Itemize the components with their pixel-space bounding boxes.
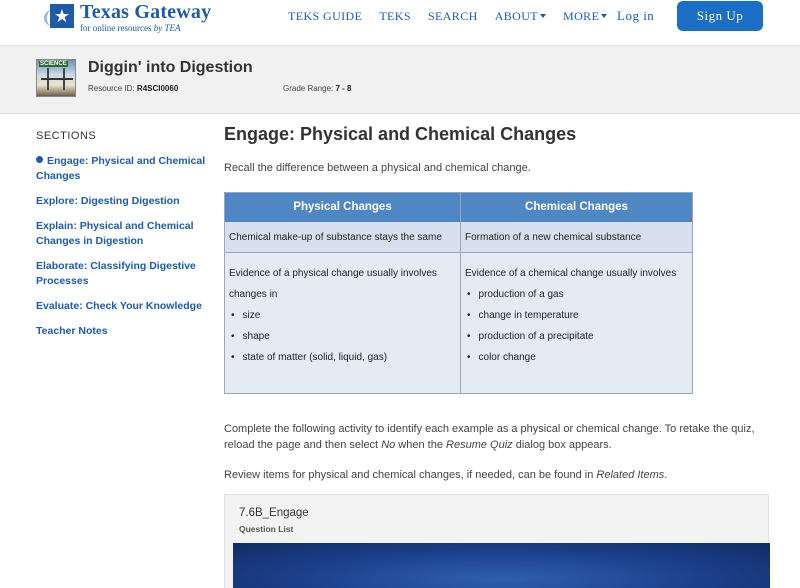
resource-id: Resource ID: R4SCI0060 [88,84,179,93]
top-navigation: ★ Texas Gateway for online resources by … [0,0,800,46]
resource-thumbnail: SCIENCE [36,59,76,97]
related-items-link[interactable]: Related Items [596,469,664,481]
list-item: production of a precipitate [465,326,688,347]
list-item: change in temperature [465,305,688,326]
review-note: Review items for physical and chemical c… [224,469,668,481]
table-header-chemical: Chemical Changes [461,193,692,222]
physical-evidence-list: size shape state of matter (solid, liqui… [229,305,456,368]
signup-button[interactable]: Sign Up [677,1,763,31]
quiz-embed: 7.6B_Engage Question List [224,494,770,588]
resource-header: SCIENCE Diggin' into Digestion Resource … [0,46,800,114]
sidebar-item-explain[interactable]: Explain: Physical and Chemical Changes i… [36,219,206,249]
grade-range: Grade Range: 7 - 8 [283,84,352,93]
table-cell-chemical-definition: Formation of a new chemical substance [461,222,692,253]
main-content: Engage: Physical and Chemical Changes Re… [224,124,770,588]
logo-subtitle: for online resources by TEA [80,23,181,33]
chemical-evidence-list: production of a gas change in temperatur… [465,284,688,368]
changes-comparison-table: Physical Changes Chemical Changes Chemic… [224,192,693,394]
list-item: color change [465,347,688,368]
table-header-physical: Physical Changes [225,193,460,222]
intro-text: Recall the difference between a physical… [224,162,531,174]
table-cell-physical-evidence: Evidence of a physical change usually in… [225,253,460,368]
chemical-evidence-intro: Evidence of a chemical change usually in… [465,268,677,279]
resource-title: Diggin' into Digestion [88,59,253,76]
sidebar-item-elaborate[interactable]: Elaborate: Classifying Digestive Process… [36,259,206,289]
list-item: size [229,305,456,326]
list-item: state of matter (solid, liquid, gas) [229,347,456,368]
chevron-down-icon [540,14,547,19]
thumbnail-label: SCIENCE [39,61,68,67]
nav-link-more-label: MORE [563,9,600,23]
table-divider [460,193,461,393]
nav-link-about[interactable]: ABOUT [494,9,547,23]
sidebar-item-evaluate[interactable]: Evaluate: Check Your Knowledge [36,299,206,314]
sidebar-item-teacher-notes[interactable]: Teacher Notes [36,324,206,339]
nav-links: TEKS GUIDE TEKS SEARCH ABOUT MORE [288,9,624,23]
table-cell-physical-definition: Chemical make-up of substance stays the … [225,222,460,253]
sections-heading: SECTIONS [36,130,97,142]
sidebar-item-explore[interactable]: Explore: Digesting Digestion [36,194,206,209]
nav-link-about-label: ABOUT [494,9,539,23]
list-item: shape [229,326,456,347]
nav-link-teks-guide[interactable]: TEKS GUIDE [288,9,362,23]
bridge-icon [41,78,73,80]
physical-evidence-intro: Evidence of a physical change usually in… [229,268,437,300]
login-link[interactable]: Log in [617,8,654,24]
chevron-down-icon [601,14,608,19]
activity-instructions: Complete the following activity to ident… [224,423,755,451]
table-cell-chemical-evidence: Evidence of a chemical change usually in… [461,253,692,368]
nav-link-more[interactable]: MORE [563,9,608,23]
star-icon: ★ [50,4,74,28]
page-title: Engage: Physical and Chemical Changes [224,124,577,144]
list-item: production of a gas [465,284,688,305]
nav-link-teks[interactable]: TEKS [379,9,411,23]
nav-link-search[interactable]: SEARCH [428,9,478,23]
logo-title: Texas Gateway [80,1,212,23]
texas-gateway-logo[interactable]: ★ Texas Gateway for online resources by … [44,1,244,40]
quiz-player[interactable] [233,543,770,588]
sections-sidebar: SECTIONS Engage: Physical and Chemical C… [36,130,206,349]
quiz-title: 7.6B_Engage [239,507,309,519]
question-list-link[interactable]: Question List [239,524,293,534]
sidebar-item-engage[interactable]: Engage: Physical and Chemical Changes [36,154,206,184]
